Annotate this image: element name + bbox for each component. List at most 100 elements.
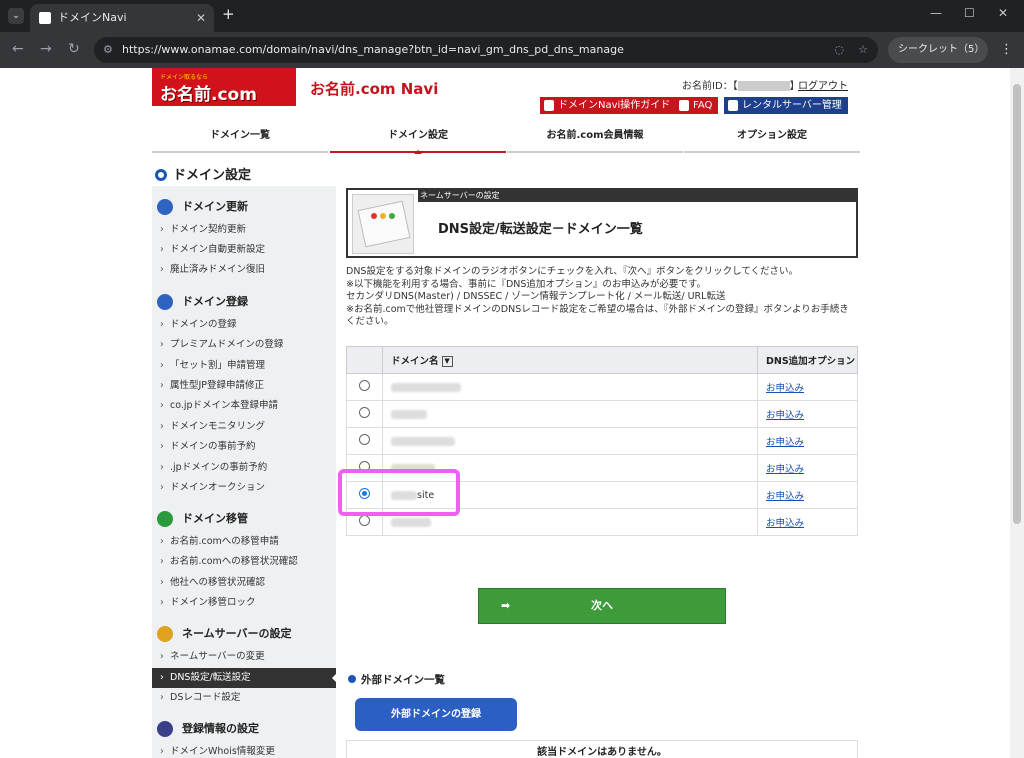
browser-tab-bar: ⌄ ドメインNavi ✕ + — ☐ ✕	[0, 0, 1024, 32]
domain-radio[interactable]	[359, 434, 370, 445]
sidebar-item[interactable]: お名前.comへの移管状況確認	[152, 552, 336, 572]
sidebar-item[interactable]: 属性型JP登録申請修正	[152, 376, 336, 396]
scrollbar-thumb[interactable]	[1013, 84, 1021, 524]
minimize-icon[interactable]: —	[930, 6, 942, 20]
sidebar-group-nameserver: ネームサーバーの設定	[152, 623, 336, 645]
masked-domain	[391, 382, 461, 392]
sidebar-item[interactable]: ドメイン自動更新設定	[152, 240, 336, 260]
circle-bullet-icon	[155, 169, 167, 181]
guide-button[interactable]: ドメインNavi操作ガイド	[540, 97, 677, 114]
domain-cell	[382, 373, 758, 401]
scrollbar[interactable]	[1010, 68, 1024, 758]
instruction-line: セカンダリDNS(Master) / DNSSEC / ゾーン情報テンプレート化…	[346, 291, 726, 302]
plus-icon	[157, 294, 173, 310]
domain-radio[interactable]	[359, 380, 370, 391]
radio-column-header	[346, 346, 383, 374]
server-icon	[728, 100, 738, 111]
sidebar-item[interactable]: プレミアムドメインの登録	[152, 335, 336, 355]
gnav-domain-settings[interactable]: ドメイン設定	[330, 126, 506, 154]
instruction-line: ※以下機能を利用する場合、事前に『DNS追加オプション』のお申込みが必要です。	[346, 278, 706, 290]
maximize-icon[interactable]: ☐	[964, 6, 975, 20]
faq-button[interactable]: FAQ	[675, 97, 719, 114]
selection-highlight	[338, 469, 460, 516]
instructions: DNS設定をする対象ドメインのラジオボタンにチェックを入れ、『次へ』ボタンをクリ…	[346, 266, 858, 329]
sidebar-item[interactable]: ドメインWhois情報変更	[152, 742, 336, 758]
user-id: お名前ID：【】	[682, 77, 800, 92]
gnav-member-info[interactable]: お名前.com会員情報	[507, 126, 683, 153]
incognito-indicator[interactable]: シークレット（5）	[888, 37, 988, 63]
instruction-line: DNS設定をする対象ドメインのラジオボタンにチェックを入れ、『次へ』ボタンをクリ…	[346, 266, 799, 277]
table-header-row: ドメイン名 ▼ DNS追加オプション	[346, 346, 858, 374]
sidebar-item[interactable]: ドメインオークション	[152, 478, 336, 498]
bookmark-star-icon[interactable]: ☆	[858, 37, 868, 63]
sidebar-item[interactable]: co.jpドメイン本登録申請	[152, 396, 336, 416]
nameserver-icon	[157, 626, 173, 642]
option-column-header: DNS追加オプション	[757, 346, 858, 374]
sidebar-item[interactable]: ドメインモニタリング	[152, 417, 336, 437]
onamae-logo[interactable]: ドメイン取るなら お名前.com	[152, 68, 296, 106]
apply-link[interactable]: お申込み	[766, 410, 804, 421]
register-external-domain-button[interactable]: 外部ドメインの登録	[355, 698, 517, 731]
beginner-icon	[544, 100, 554, 111]
next-label: 次へ	[591, 599, 613, 612]
sidebar-item[interactable]: 廃止済みドメイン復旧	[152, 260, 336, 280]
new-tab-icon[interactable]: +	[222, 5, 235, 23]
sidebar-item[interactable]: .jpドメインの事前予約	[152, 458, 336, 478]
apply-link[interactable]: お申込み	[766, 491, 804, 502]
apply-link[interactable]: お申込み	[766, 383, 804, 394]
instruction-line: ※お名前.comで他社管理ドメインのDNSレコード設定をご希望の場合は、『外部ド…	[346, 303, 849, 328]
browser-toolbar: ← → ↻ ⚙ https://www.onamae.com/domain/na…	[0, 32, 1024, 68]
address-bar[interactable]: ⚙ https://www.onamae.com/domain/navi/dns…	[94, 37, 878, 63]
sidebar-item[interactable]: ドメイン契約更新	[152, 220, 336, 240]
app-title: お名前.com Navi	[310, 80, 439, 98]
incognito-label: シークレット（5）	[898, 44, 985, 55]
apply-link[interactable]: お申込み	[766, 518, 804, 529]
domain-radio[interactable]	[359, 515, 370, 526]
group-label: 登録情報の設定	[182, 722, 259, 735]
empty-message: 該当ドメインはありません。	[346, 740, 858, 758]
rental-label: レンタルサーバー管理	[742, 100, 842, 111]
sidebar: ドメイン更新 ドメイン契約更新 ドメイン自動更新設定 廃止済みドメイン復旧 ドメ…	[152, 186, 337, 758]
sidebar-item[interactable]: ドメインの事前予約	[152, 437, 336, 457]
forward-icon[interactable]: →	[40, 41, 52, 57]
logout-link[interactable]: ログアウト	[798, 77, 848, 92]
close-window-icon[interactable]: ✕	[998, 6, 1008, 20]
external-title-text: 外部ドメイン一覧	[361, 674, 445, 686]
sort-icon[interactable]: ▼	[441, 356, 453, 367]
next-button[interactable]: ➡ 次へ	[478, 588, 726, 624]
browser-tab[interactable]: ドメインNavi ✕	[30, 4, 214, 32]
eye-off-icon[interactable]: ◌	[834, 37, 844, 63]
sidebar-item[interactable]: ドメイン移管ロック	[152, 593, 336, 613]
sidebar-item[interactable]: 他社への移管状況確認	[152, 573, 336, 593]
domain-cell	[382, 400, 758, 428]
sidebar-group-registration: ドメイン登録	[152, 291, 336, 313]
gnav-option-settings[interactable]: オプション設定	[684, 126, 860, 153]
tab-search-icon[interactable]: ⌄	[8, 8, 24, 24]
sidebar-item[interactable]: 「セット割」申請管理	[152, 356, 336, 376]
site-info-icon[interactable]: ⚙	[103, 37, 113, 63]
rental-server-button[interactable]: レンタルサーバー管理	[724, 97, 848, 114]
sidebar-item[interactable]: DSレコード設定	[152, 688, 336, 708]
tab-title: ドメインNavi	[58, 11, 127, 24]
apply-link[interactable]: お申込み	[766, 464, 804, 475]
apply-link[interactable]: お申込み	[766, 437, 804, 448]
logo-text: お名前.com	[160, 85, 257, 105]
back-icon[interactable]: ←	[12, 41, 24, 57]
external-domain-title: 外部ドメイン一覧	[348, 672, 445, 687]
sidebar-item[interactable]: ネームサーバーの変更	[152, 647, 336, 667]
section-title: ドメイン設定	[155, 164, 251, 183]
user-id-masked	[737, 81, 790, 91]
close-tab-icon[interactable]: ✕	[196, 4, 206, 32]
gnav-domain-list[interactable]: ドメイン一覧	[152, 126, 328, 153]
panel-caption: ネームサーバーの設定	[418, 190, 858, 202]
window-illustration-icon	[352, 194, 414, 254]
domain-column-header[interactable]: ドメイン名 ▼	[382, 346, 758, 374]
sidebar-item[interactable]: お名前.comへの移管申請	[152, 532, 336, 552]
guide-label: ドメインNavi操作ガイド	[558, 100, 671, 111]
menu-icon[interactable]: ⋮	[1000, 42, 1013, 57]
masked-domain	[391, 436, 455, 446]
sidebar-item[interactable]: ドメインの登録	[152, 315, 336, 335]
sidebar-item-dns-settings[interactable]: DNS設定/転送設定	[152, 668, 337, 688]
reload-icon[interactable]: ↻	[68, 41, 80, 57]
domain-radio[interactable]	[359, 407, 370, 418]
